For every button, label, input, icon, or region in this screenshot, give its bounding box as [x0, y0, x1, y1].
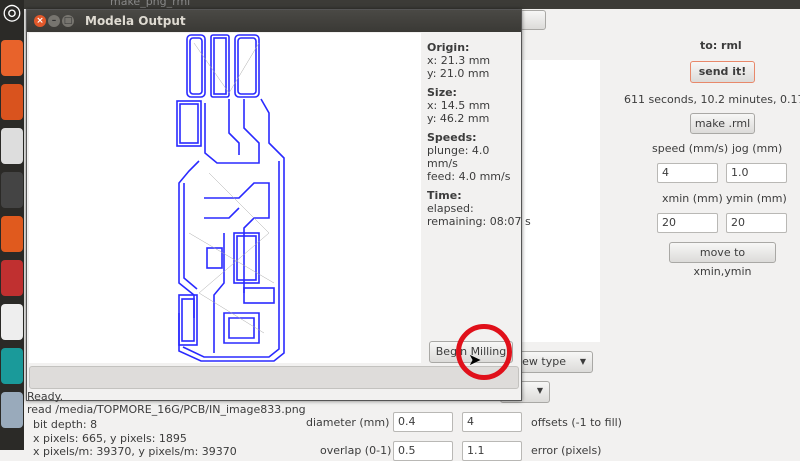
make-rml-button[interactable]: make .rml: [690, 113, 755, 134]
origin-y: y: 21.0 mm: [427, 67, 490, 80]
error-input[interactable]: 1.1: [462, 441, 522, 461]
launcher-app-icon[interactable]: [1, 216, 23, 252]
speed-label: speed (mm/s): [652, 142, 729, 155]
launcher-app-icon[interactable]: [1, 40, 23, 76]
launcher-app-icon[interactable]: [1, 128, 23, 164]
ymin-input[interactable]: 20: [726, 213, 787, 233]
send-it-button[interactable]: send it!: [690, 61, 755, 83]
toolpath-canvas: [29, 33, 421, 363]
move-to-xmin-ymin-button[interactable]: move to xmin,ymin: [669, 242, 776, 278]
jog-input[interactable]: 1.0: [726, 163, 787, 183]
overlap-label: overlap (0-1): [320, 444, 392, 457]
jog-label: jog (mm): [732, 142, 783, 155]
log-line: x pixels/m: 39370, y pixels/m: 39370: [33, 445, 237, 458]
mouse-cursor-icon: ➤: [468, 350, 482, 369]
minimize-icon[interactable]: –: [48, 15, 60, 27]
title-bar[interactable]: × – □ Modela Output: [27, 10, 521, 32]
error-label: error (pixels): [531, 444, 602, 457]
overlap-input[interactable]: 0.5: [393, 441, 453, 461]
feed-speed: feed: 4.0 mm/s: [427, 170, 511, 183]
progress-bar: [29, 366, 519, 389]
elapsed-time: elapsed:: [427, 202, 474, 215]
origin-x: x: 21.3 mm: [427, 54, 491, 67]
top-panel: make_png_rml: [0, 0, 800, 9]
speed-input[interactable]: 4: [657, 163, 718, 183]
launcher: ◎: [0, 0, 24, 450]
size-x: x: 14.5 mm: [427, 99, 491, 112]
log-line: x pixels: 665, y pixels: 1895: [33, 432, 187, 445]
launcher-app-icon[interactable]: [1, 304, 23, 340]
app-title: make_png_rml: [110, 0, 191, 8]
xmin-input[interactable]: 20: [657, 213, 718, 233]
time-heading: Time:: [427, 189, 462, 202]
ymin-label: ymin (mm): [726, 192, 787, 205]
log-line: bit depth: 8: [33, 418, 98, 431]
to-label: to: rml: [700, 39, 742, 52]
modela-output-window: × – □ Modela Output Origin: x: 21.3 mm y…: [26, 9, 531, 403]
log-line: read /media/TOPMORE_16G/PCB/IN_image833.…: [27, 403, 306, 416]
close-icon[interactable]: ×: [34, 15, 46, 27]
speeds-heading: Speeds:: [427, 131, 477, 144]
size-y: y: 46.2 mm: [427, 112, 490, 125]
plunge-speed: plunge: 4.0 mm/s: [427, 144, 490, 170]
launcher-app-icon[interactable]: [1, 348, 23, 384]
remaining-time: remaining: 08:07 s: [427, 215, 531, 228]
time-estimate: 611 seconds, 10.2 minutes, 0.17 hours: [624, 93, 800, 106]
launcher-app-icon[interactable]: [1, 392, 23, 428]
launcher-app-icon[interactable]: [1, 260, 23, 296]
info-panel: Origin: x: 21.3 mm y: 21.0 mm Size: x: 1…: [427, 35, 531, 228]
dropdown-arrow-icon: ▼: [536, 386, 543, 395]
offsets-input[interactable]: 4: [462, 412, 522, 432]
window-title: Modela Output: [85, 14, 186, 28]
offsets-label: offsets (-1 to fill): [531, 416, 622, 429]
dropdown-arrow-icon: ▼: [579, 357, 586, 366]
launcher-app-icon[interactable]: [1, 172, 23, 208]
xmin-label: xmin (mm): [662, 192, 723, 205]
maximize-icon[interactable]: □: [62, 15, 74, 27]
size-heading: Size:: [427, 86, 457, 99]
ubuntu-logo-icon[interactable]: ◎: [1, 0, 23, 30]
pcb-toolpath: [176, 34, 285, 362]
toolbar-button[interactable]: [520, 10, 546, 30]
origin-heading: Origin:: [427, 41, 470, 54]
highlight-circle: [456, 324, 512, 380]
diameter-input[interactable]: 0.4: [393, 412, 453, 432]
diameter-label: diameter (mm): [306, 416, 390, 429]
preview-area: [520, 60, 600, 342]
status-text: Ready.: [27, 390, 64, 403]
launcher-app-icon[interactable]: [1, 84, 23, 120]
